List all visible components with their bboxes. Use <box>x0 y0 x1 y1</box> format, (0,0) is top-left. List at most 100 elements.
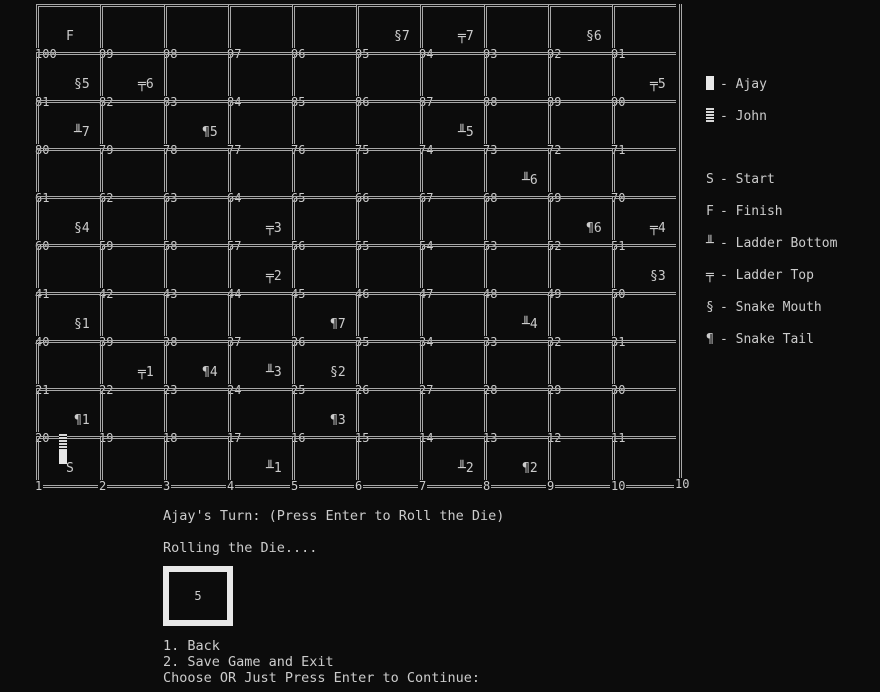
john-token-icon <box>59 434 67 450</box>
board-cell: 16 <box>290 388 356 444</box>
board-cell: 53 <box>482 196 548 252</box>
cell-border <box>100 148 164 196</box>
cell-border <box>612 196 676 244</box>
board-cell: 75 <box>354 100 420 156</box>
cell-border <box>164 196 228 244</box>
board-marker: ╤5 <box>650 77 666 92</box>
cell-border <box>100 388 164 436</box>
legend-player-john: - John <box>706 108 767 125</box>
cell-number: 6 <box>354 479 364 493</box>
board-cell: 17 <box>226 388 292 444</box>
board-cell: 46 <box>354 244 420 300</box>
cell-border <box>356 100 420 148</box>
board-cell: 6 <box>354 436 420 492</box>
board-cell: 45 <box>290 244 356 300</box>
board-cell: 93 <box>482 4 548 60</box>
cell-border <box>228 148 292 196</box>
board-cell: 18 <box>162 388 228 444</box>
cell-border <box>356 52 420 100</box>
board-cell: 58 <box>162 196 228 252</box>
cell-border <box>548 196 612 244</box>
cell-border <box>548 340 612 388</box>
board-cell: 26 <box>354 340 420 396</box>
cell-number: 10 <box>610 479 627 493</box>
board-cell: 25 <box>290 340 356 396</box>
cell-border <box>484 244 548 292</box>
board-cell: 96 <box>290 4 356 60</box>
cell-border <box>612 148 676 196</box>
board-cell: 13 <box>482 388 548 444</box>
menu-option-back[interactable]: 1. Back <box>163 638 220 654</box>
board-cell: 12 <box>546 388 612 444</box>
board-cell: 39 <box>98 292 164 348</box>
board-cell: 8 <box>482 436 548 492</box>
board-marker: §5 <box>74 77 90 92</box>
board-cell: 42 <box>98 244 164 300</box>
board-cell: 30 <box>610 340 676 396</box>
cell-border <box>100 100 164 148</box>
cell-border <box>484 340 548 388</box>
board-cell: 52 <box>546 196 612 252</box>
cell-border <box>356 340 420 388</box>
cell-border <box>484 292 548 340</box>
board-cell: 19 <box>98 388 164 444</box>
board-cell: 24 <box>226 340 292 396</box>
board-cell: 35 <box>354 292 420 348</box>
cell-border <box>612 388 676 436</box>
board-cell: 94 <box>418 4 484 60</box>
board-cell: 3 <box>162 436 228 492</box>
legend-snake-tail: ¶ - Snake Tail <box>706 332 814 348</box>
menu-prompt[interactable]: Choose OR Just Press Enter to Continue: <box>163 670 480 686</box>
board-marker: ╤2 <box>266 269 282 284</box>
board-cell: 65 <box>290 148 356 204</box>
board-cell: 7 <box>418 436 484 492</box>
snake-tail-icon: ¶ <box>706 332 714 347</box>
legend-player-ajay: - Ajay <box>706 76 767 93</box>
cell-border <box>164 52 228 100</box>
cell-border <box>228 196 292 244</box>
legend-finish-label: - Finish <box>720 204 783 219</box>
board-marker: ╤7 <box>458 29 474 44</box>
cell-border <box>100 244 164 292</box>
cell-border <box>100 292 164 340</box>
cell-border <box>420 292 484 340</box>
cell-border <box>36 52 100 100</box>
cell-border <box>356 292 420 340</box>
cell-border <box>484 4 548 52</box>
console-output: Ajay's Turn: (Press Enter to Roll the Di… <box>163 508 504 556</box>
board-cell: 9 <box>546 436 612 492</box>
board-cell: 31 <box>610 292 676 348</box>
board-marker: §2 <box>330 365 346 380</box>
ladder-top-icon: ╤ <box>706 268 714 283</box>
cell-border <box>612 244 676 292</box>
cell-border <box>164 340 228 388</box>
menu-option-save-exit[interactable]: 2. Save Game and Exit <box>163 654 334 670</box>
legend-ladder-bottom: ╨ - Ladder Bottom <box>706 236 837 252</box>
cell-border <box>228 292 292 340</box>
cell-border <box>356 196 420 244</box>
board-cell: 71 <box>610 100 676 156</box>
board-cell: 15 <box>354 388 420 444</box>
board-marker: ¶4 <box>202 365 218 380</box>
ladder-bottom-icon: ╨ <box>706 236 714 251</box>
legend-snake-tail-label: - Snake Tail <box>720 332 814 347</box>
cell-number: 2 <box>98 479 108 493</box>
board-cell: 76 <box>290 100 356 156</box>
cell-border <box>420 52 484 100</box>
ajay-token-icon <box>59 450 67 464</box>
board-cell: 82 <box>98 52 164 108</box>
board-cell: 70 <box>610 148 676 204</box>
board-marker: ¶7 <box>330 317 346 332</box>
board-cell: 21 <box>34 340 100 396</box>
board-marker: §3 <box>650 269 666 284</box>
cell-border <box>36 148 100 196</box>
board-cell: 47 <box>418 244 484 300</box>
board-cell: 66 <box>354 148 420 204</box>
board-marker: ¶5 <box>202 125 218 140</box>
board-marker: ╨3 <box>266 365 282 380</box>
board-cell: 57 <box>226 196 292 252</box>
board-cell: 29 <box>546 340 612 396</box>
cell-border <box>292 196 356 244</box>
cell-border <box>548 244 612 292</box>
cell-border <box>484 196 548 244</box>
